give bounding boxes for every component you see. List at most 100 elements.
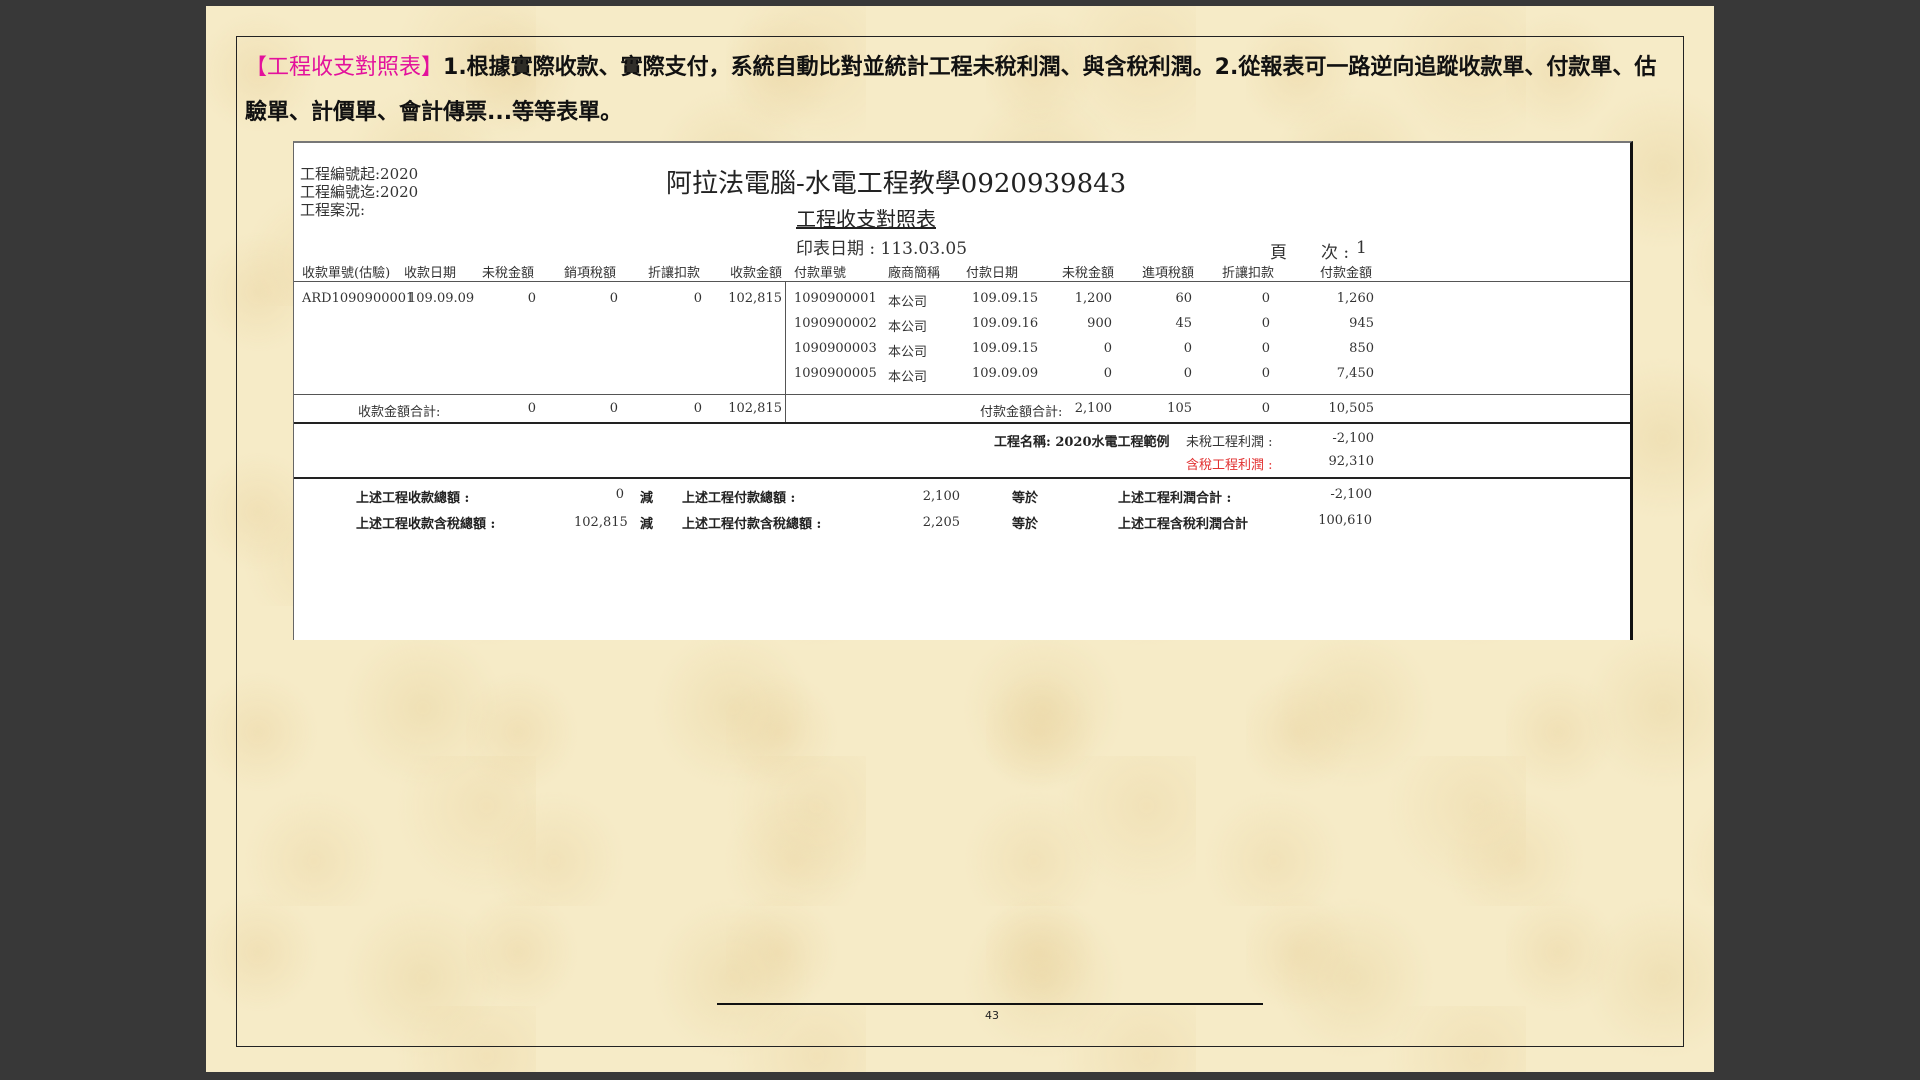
payment-vendor: 本公司 — [888, 320, 928, 335]
receipt-no: ARD1090900001 — [302, 291, 415, 306]
payment-amount: 1,260 — [1336, 291, 1374, 306]
filter-project-status: 工程案況: — [300, 201, 366, 219]
page-label: 頁 次 : — [1270, 243, 1350, 263]
receipt-total-tax: 0 — [609, 401, 618, 416]
footer-rule — [717, 1003, 1263, 1005]
summary-receipt-label: 上述工程收款總額 : — [356, 491, 470, 506]
payment-total-tax: 105 — [1167, 401, 1192, 416]
totals-rule — [294, 394, 1630, 395]
col-payment-net: 未稅金額 — [1062, 266, 1115, 281]
summary-profit-label: 上述工程利潤合計 : — [1118, 491, 1232, 506]
col-payment-discount: 折讓扣款 — [1222, 266, 1275, 281]
receipt-net: 0 — [527, 291, 536, 306]
document-page: 【工程收支對照表】1.根據實際收款、實際支付，系統自動比對並統計工程未稅利潤、與… — [206, 6, 1714, 1072]
payment-date: 109.09.15 — [972, 341, 1039, 356]
company-title: 阿拉法電腦-水電工程教學0920939843 — [666, 169, 1127, 199]
col-receipt-tax: 銷項稅額 — [564, 266, 617, 281]
summary-receipt-label: 上述工程收款含稅總額 : — [356, 517, 496, 532]
payment-no: 1090900005 — [794, 366, 877, 381]
summary-profit-label: 上述工程含稅利潤合計 — [1118, 517, 1249, 532]
summary-profit-value: 100,610 — [1318, 513, 1372, 528]
untaxed-profit-value: -2,100 — [1332, 431, 1374, 446]
payment-discount: 0 — [1261, 366, 1270, 381]
payment-amount: 7,450 — [1336, 366, 1374, 381]
summary-rule — [294, 477, 1630, 479]
payment-discount: 0 — [1261, 291, 1270, 306]
payment-net: 0 — [1103, 341, 1112, 356]
summary-equals: 等於 — [1012, 517, 1039, 532]
page-number-label: 1 — [1356, 238, 1367, 258]
payment-total-label: 付款金額合計: — [980, 405, 1063, 420]
receipt-total-net: 0 — [527, 401, 536, 416]
summary-minus: 減 — [640, 517, 654, 532]
col-payment-amount: 付款金額 — [1320, 266, 1373, 281]
payment-date: 109.09.15 — [972, 291, 1039, 306]
payment-amount: 850 — [1349, 341, 1374, 356]
summary-minus: 減 — [640, 491, 654, 506]
payment-net: 0 — [1103, 366, 1112, 381]
payment-tax: 0 — [1183, 366, 1192, 381]
untaxed-profit-label: 未稅工程利潤 : — [1186, 435, 1273, 450]
receipt-tax: 0 — [609, 291, 618, 306]
receipt-discount: 0 — [693, 291, 702, 306]
col-receipt-amount: 收款金額 — [730, 266, 783, 281]
payment-vendor: 本公司 — [888, 295, 928, 310]
payment-tax: 45 — [1175, 316, 1192, 331]
payment-total-amount: 10,505 — [1328, 401, 1375, 416]
summary-receipt-value: 102,815 — [574, 515, 628, 530]
col-payment-tax: 進項稅額 — [1142, 266, 1195, 281]
filter-project-end: 工程編號迄:2020 — [300, 183, 419, 201]
col-vendor: 廠商簡稱 — [888, 266, 941, 281]
project-name: 工程名稱: 2020水電工程範例 — [994, 435, 1170, 450]
payment-total-net: 2,100 — [1074, 401, 1112, 416]
summary-payment-value: 2,100 — [922, 489, 960, 504]
summary-profit-value: -2,100 — [1330, 487, 1372, 502]
payment-no: 1090900003 — [794, 341, 877, 356]
payment-total-discount: 0 — [1261, 401, 1270, 416]
payment-discount: 0 — [1261, 341, 1270, 356]
receipt-total-amount: 102,815 — [728, 401, 782, 416]
page-number: 43 — [985, 1009, 999, 1022]
payment-net: 1,200 — [1074, 291, 1112, 306]
payment-tax: 60 — [1175, 291, 1192, 306]
payment-no: 1090900001 — [794, 291, 877, 306]
receipt-date: 109.09.09 — [408, 291, 475, 306]
col-receipt-discount: 折讓扣款 — [648, 266, 701, 281]
page-frame: 【工程收支對照表】1.根據實際收款、實際支付，系統自動比對並統計工程未稅利潤、與… — [236, 36, 1684, 1047]
receipt-total-label: 收款金額合計: — [358, 405, 441, 420]
summary-equals: 等於 — [1012, 491, 1039, 506]
payment-no: 1090900002 — [794, 316, 877, 331]
print-date: 印表日期 : 113.03.05 — [796, 239, 968, 259]
intro-text: 1.根據實際收款、實際支付，系統自動比對並統計工程未稅利潤、與含稅利潤。2.從報… — [245, 55, 1657, 125]
receipt-total-discount: 0 — [693, 401, 702, 416]
filter-project-start: 工程編號起:2020 — [300, 165, 419, 183]
payment-date: 109.09.16 — [972, 316, 1039, 331]
report-image: 工程編號起:2020 工程編號迄:2020 工程案況: 阿拉法電腦-水電工程教學… — [293, 141, 1633, 640]
payment-vendor: 本公司 — [888, 370, 928, 385]
col-payment-no: 付款單號 — [794, 266, 847, 281]
payment-net: 900 — [1087, 316, 1112, 331]
col-receipt-date: 收款日期 — [404, 266, 457, 281]
intro-tag: 【工程收支對照表】 — [245, 55, 444, 80]
payment-discount: 0 — [1261, 316, 1270, 331]
col-payment-date: 付款日期 — [966, 266, 1019, 281]
payment-vendor: 本公司 — [888, 345, 928, 360]
payment-date: 109.09.09 — [972, 366, 1039, 381]
receipt-amount: 102,815 — [728, 291, 782, 306]
project-rule — [294, 422, 1630, 424]
summary-receipt-value: 0 — [615, 487, 624, 502]
report-title: 工程收支對照表 — [796, 207, 936, 231]
col-receipt-no: 收款單號(估驗) — [302, 266, 391, 281]
intro-paragraph: 【工程收支對照表】1.根據實際收款、實際支付，系統自動比對並統計工程未稅利潤、與… — [245, 45, 1675, 135]
taxed-profit-label: 含稅工程利潤 : — [1186, 458, 1273, 473]
report-filters: 工程編號起:2020 工程編號迄:2020 工程案況: — [300, 165, 418, 219]
payment-tax: 0 — [1183, 341, 1192, 356]
summary-payment-label: 上述工程付款總額 : — [682, 491, 796, 506]
summary-payment-value: 2,205 — [922, 515, 960, 530]
summary-payment-label: 上述工程付款含稅總額 : — [682, 517, 822, 532]
header-rule — [294, 281, 1630, 282]
col-receipt-net: 未稅金額 — [482, 266, 535, 281]
payment-amount: 945 — [1349, 316, 1374, 331]
column-divider — [785, 281, 786, 422]
taxed-profit-value: 92,310 — [1328, 454, 1375, 469]
